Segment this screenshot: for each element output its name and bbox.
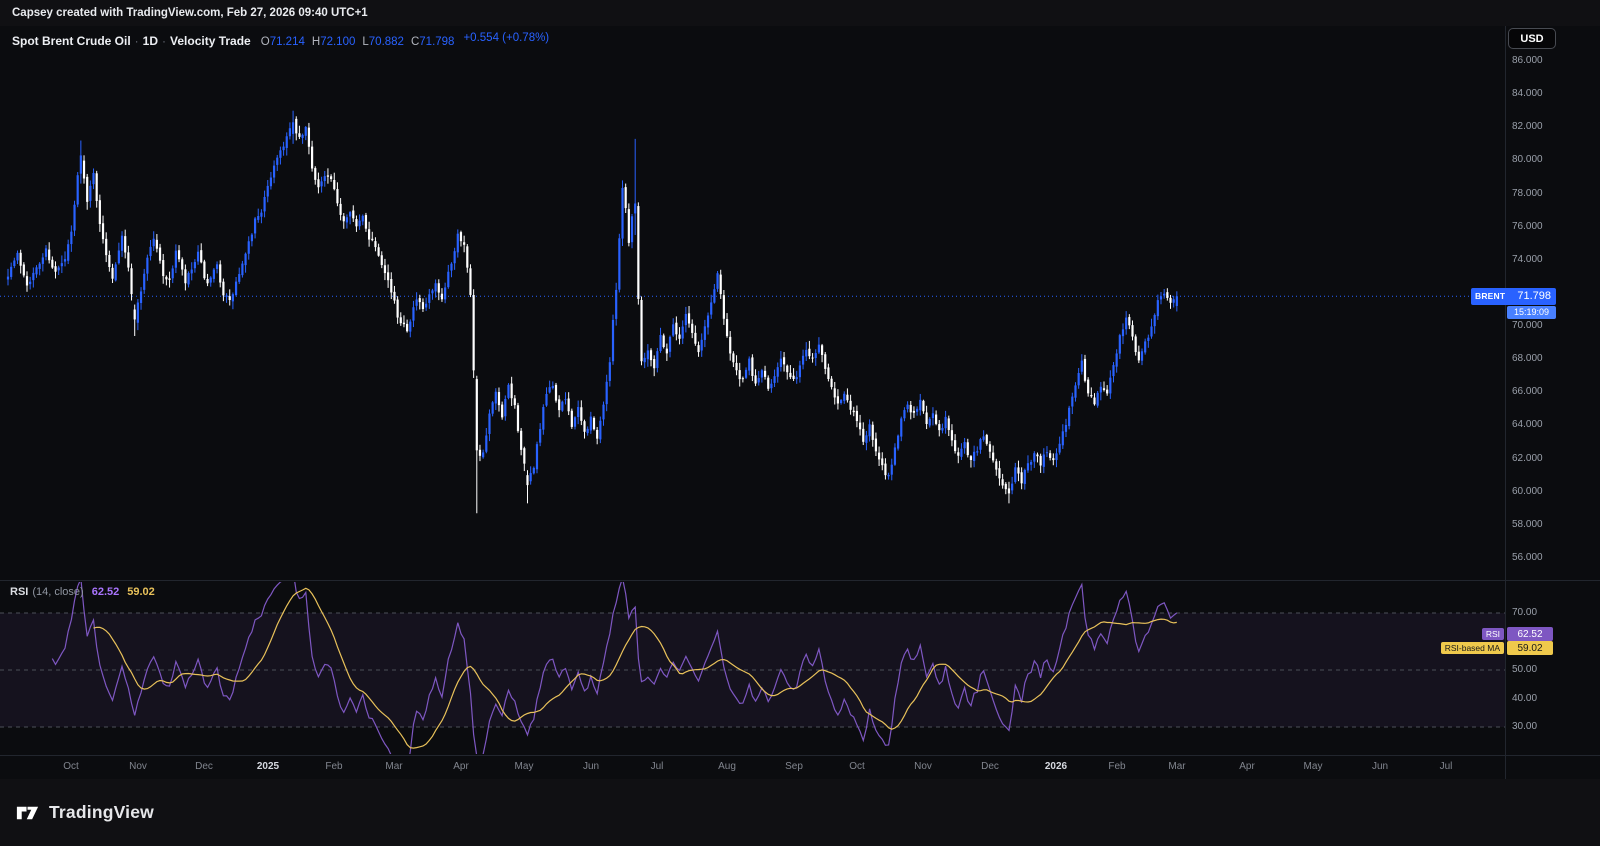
price-axis-tick: 76.000 <box>1512 220 1543 232</box>
time-axis-tick: Apr <box>453 761 469 772</box>
rsi-ma-value-badge: 59.02 <box>1507 641 1553 656</box>
price-axis-tick: 84.000 <box>1512 88 1543 100</box>
high-label: H <box>311 36 321 48</box>
last-price-badge: BRENT 71.798 <box>1471 287 1556 305</box>
price-axis-tick: 86.000 <box>1512 55 1543 66</box>
time-axis-tick: May <box>1303 761 1323 772</box>
tradingview-brand-text[interactable]: TradingView <box>49 802 154 823</box>
bar-countdown-badge: 15:19:09 <box>1507 305 1556 319</box>
time-axis-tick: Aug <box>718 761 736 772</box>
rsi-ma-series-label: RSI-based MA <box>1440 642 1504 655</box>
time-axis-tick: Jul <box>1439 761 1453 772</box>
rsi-band-background <box>0 612 1505 728</box>
legend-separator: · <box>162 34 167 48</box>
attribution-text: Capsey created with TradingView.com, Feb… <box>12 7 368 19</box>
interval-label[interactable]: 1D <box>143 34 158 48</box>
price-axis-tick: 60.000 <box>1512 485 1543 497</box>
symbol-legend: Spot Brent Crude Oil · 1D · Velocity Tra… <box>12 32 549 50</box>
rsi-current-value: 62.52 <box>91 586 120 598</box>
price-axis-tick: 70.000 <box>1512 320 1543 332</box>
time-axis-tick: Feb <box>325 761 343 772</box>
time-axis-tick: Apr <box>1239 761 1255 772</box>
price-axis-tick: 74.000 <box>1512 253 1543 265</box>
time-axis-tick: Feb <box>1108 761 1126 772</box>
tradingview-logo-icon[interactable] <box>14 799 41 826</box>
open-label: O <box>260 36 270 48</box>
time-axis-tick: 2025 <box>256 761 280 772</box>
price-badge-symbol: BRENT <box>1475 291 1506 302</box>
rsi-indicator-title[interactable]: RSI <box>10 586 28 598</box>
price-axis-tick: 80.000 <box>1512 154 1543 166</box>
rsi-ma-current-value: 59.02 <box>127 586 155 598</box>
price-axis-tick: 68.000 <box>1512 353 1543 365</box>
time-axis[interactable]: Oct Nov Dec 2025 Feb Mar Apr May Jun Jul Aug Sep Oct… <box>0 756 1505 779</box>
chart-canvas[interactable] <box>0 0 1600 846</box>
time-axis-tick: Oct <box>63 761 79 772</box>
change-value: +0.554 (+0.78%) <box>463 32 550 44</box>
open-value: 71.214 <box>269 36 305 48</box>
low-value: 70.882 <box>368 36 404 48</box>
legend-separator: · <box>134 34 139 48</box>
time-axis-tick: Jul <box>650 761 664 772</box>
rsi-axis-tick: 50.00 <box>1512 664 1538 675</box>
rsi-legend: RSI (14, close) 62.52 59.02 <box>10 586 155 598</box>
footer-bar: TradingView <box>0 779 1600 846</box>
rsi-axis-tick: 70.00 <box>1512 607 1538 618</box>
candlestick-series <box>6 110 1178 514</box>
time-axis-tick: Jun <box>582 761 600 772</box>
high-value: 72.100 <box>320 36 356 48</box>
close-value: 71.798 <box>419 36 455 48</box>
exchange-label[interactable]: Velocity Trade <box>170 34 251 48</box>
price-axis-tick: 82.000 <box>1512 121 1543 133</box>
rsi-value-badge: 62.52 <box>1507 627 1553 642</box>
time-axis-tick: Mar <box>1168 761 1186 772</box>
rsi-axis[interactable]: 70.0060.0050.0040.0030.00 <box>1506 581 1600 755</box>
rsi-indicator-params: (14, close) <box>32 586 84 598</box>
rsi-axis-tick: 40.00 <box>1512 692 1538 704</box>
price-axis-tick: 62.000 <box>1512 452 1543 464</box>
symbol-title[interactable]: Spot Brent Crude Oil <box>12 34 131 48</box>
time-axis-tick: 2026 <box>1044 761 1068 772</box>
time-axis-tick: Nov <box>129 761 147 772</box>
time-axis-tick: Jun <box>1371 761 1389 772</box>
ohlc-values: O71.214 H72.100 L70.882 C71.798 +0.554 (… <box>261 32 549 50</box>
price-badge-value: 71.798 <box>1517 290 1551 303</box>
price-axis-tick: 56.000 <box>1512 552 1543 563</box>
time-axis-tick: Dec <box>195 761 213 772</box>
price-axis-tick: 64.000 <box>1512 419 1543 431</box>
tradingview-chart-window: Capsey created with TradingView.com, Feb… <box>0 0 1600 846</box>
time-axis-tick: Nov <box>914 761 932 772</box>
rsi-axis-tick: 30.00 <box>1512 721 1538 732</box>
time-axis-tick: Oct <box>849 761 865 772</box>
time-axis-tick: Sep <box>785 761 803 772</box>
price-axis-tick: 78.000 <box>1512 187 1543 199</box>
currency-usd-button[interactable]: USD <box>1508 28 1556 49</box>
attribution-bar: Capsey created with TradingView.com, Feb… <box>0 0 1600 26</box>
price-axis-tick: 58.000 <box>1512 518 1543 530</box>
rsi-series-label: RSI <box>1481 628 1504 641</box>
time-axis-tick: May <box>514 761 534 772</box>
time-axis-tick: Mar <box>385 761 403 772</box>
price-axis-tick: 66.000 <box>1512 386 1543 398</box>
time-axis-tick: Dec <box>981 761 999 772</box>
